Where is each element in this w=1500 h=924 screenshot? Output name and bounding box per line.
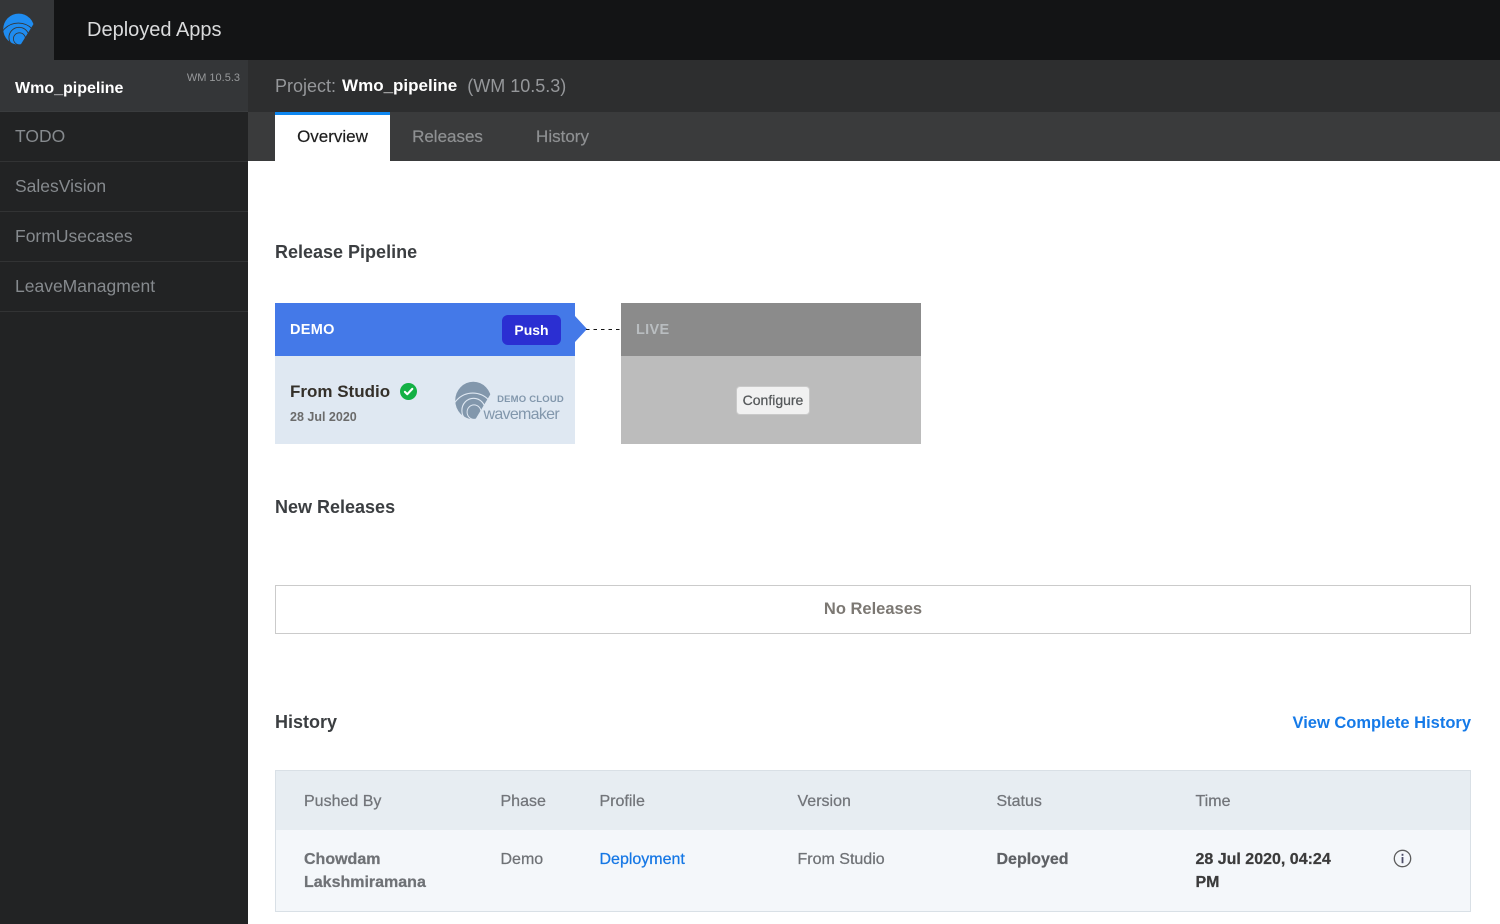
project-version: (WM 10.5.3) [467,76,566,97]
sidebar-item-formusecases[interactable]: FormUsecases [0,212,248,262]
app-logo[interactable] [0,0,54,60]
history-heading: History [275,712,337,733]
new-releases-heading: New Releases [275,497,1471,518]
demo-phase-card: DEMO Push From Studio [275,303,575,444]
cell-info [1333,830,1471,912]
top-bar: Deployed Apps [0,0,1500,60]
sidebar-item-wmo-pipeline[interactable]: WM 10.5.3 Wmo_pipeline [0,60,248,112]
pipeline-connector [575,303,621,444]
projects-sidebar: WM 10.5.3 Wmo_pipeline TODO SalesVision … [0,60,248,924]
history-table-header-row: Pushed By Phase Profile Version Status T… [276,771,1471,830]
no-releases-box: No Releases [275,585,1471,634]
sidebar-item-label: LeaveManagment [15,276,155,297]
sidebar-item-todo[interactable]: TODO [0,112,248,162]
live-card-body: Configure [621,356,921,444]
wavemaker-logo-icon [3,13,35,45]
configure-button[interactable]: Configure [736,386,810,415]
sidebar-item-label: FormUsecases [15,226,133,247]
col-time: Time [1168,771,1333,830]
col-pushed-by: Pushed By [276,771,473,830]
live-card-header: LIVE [621,303,921,356]
sidebar-item-label: Wmo_pipeline [15,80,123,98]
cell-version: From Studio [770,830,969,912]
cell-time: 28 Jul 2020, 04:24 PM [1168,830,1333,912]
push-button[interactable]: Push [502,315,561,345]
history-table-row: Chowdam Lakshmiramana Demo Deployment Fr… [276,830,1471,912]
tab-bar: Overview Releases History [248,112,1500,161]
col-actions [1333,771,1471,830]
project-version-badge: WM 10.5.3 [187,72,240,84]
no-releases-text: No Releases [824,600,922,619]
cell-profile-link[interactable]: Deployment [572,830,770,912]
project-label: Project: [275,76,336,97]
cell-phase: Demo [473,830,572,912]
demo-phase-title: DEMO [290,322,335,338]
release-pipeline-heading: Release Pipeline [275,242,1471,263]
cell-pushed-by: Chowdam Lakshmiramana [276,830,473,912]
sidebar-item-label: TODO [15,126,65,147]
col-version: Version [770,771,969,830]
demo-card-body: From Studio 28 Jul 2020 [275,356,575,444]
wavemaker-brand: DEMO CLOUD wavemaker [455,377,564,424]
info-icon[interactable] [1393,849,1412,868]
success-check-icon [400,383,417,400]
sidebar-item-salesvision[interactable]: SalesVision [0,162,248,212]
dashed-connector [586,329,621,331]
brand-line-demo-cloud: DEMO CLOUD [497,394,564,405]
project-name: Wmo_pipeline [342,76,457,96]
demo-deploy-date: 28 Jul 2020 [290,410,417,424]
release-pipeline: DEMO Push From Studio [275,303,1471,444]
col-phase: Phase [473,771,572,830]
tab-overview[interactable]: Overview [275,112,390,161]
history-table: Pushed By Phase Profile Version Status T… [275,770,1471,912]
col-status: Status [969,771,1168,830]
sidebar-item-label: SalesVision [15,176,106,197]
live-phase-title: LIVE [636,322,669,338]
view-complete-history-link[interactable]: View Complete History [1293,714,1472,733]
project-header: Project: Wmo_pipeline (WM 10.5.3) [248,60,1500,112]
sidebar-item-leavemanagment[interactable]: LeaveManagment [0,262,248,312]
brand-line-wavemaker: wavemaker [483,406,559,424]
cell-status: Deployed [969,830,1168,912]
demo-card-header: DEMO Push [275,303,575,356]
demo-version-label: From Studio [290,382,390,402]
col-profile: Profile [572,771,770,830]
tab-releases[interactable]: Releases [390,112,505,161]
live-phase-card: LIVE Configure [621,303,921,444]
page-title: Deployed Apps [87,0,222,60]
tab-history[interactable]: History [505,112,620,161]
